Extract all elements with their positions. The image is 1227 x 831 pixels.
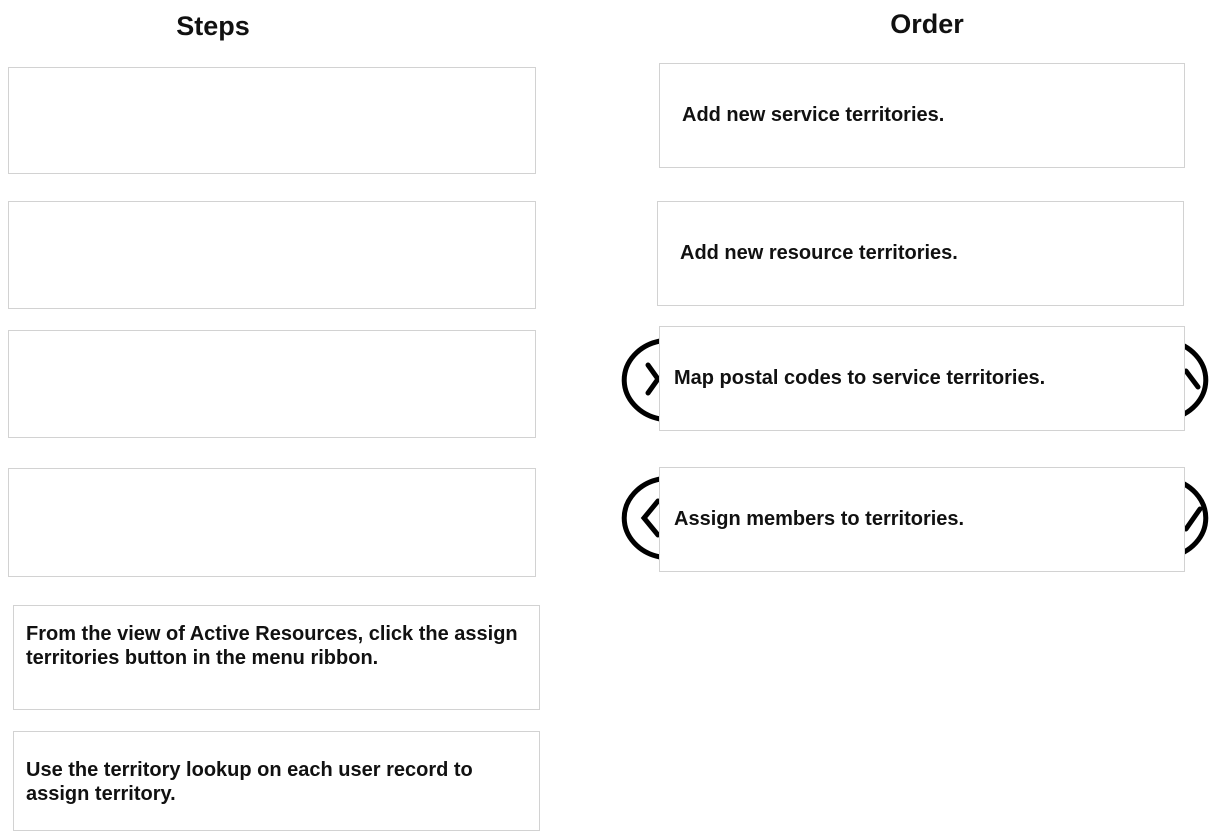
step-option-label: From the view of Active Resources, click… bbox=[26, 623, 518, 669]
step-slot-1[interactable] bbox=[8, 67, 536, 174]
order-item-label: Map postal codes to service territories. bbox=[674, 367, 1046, 389]
order-item-label: Add new resource territories. bbox=[680, 242, 958, 264]
step-option-assign-territories-button[interactable]: From the view of Active Resources, click… bbox=[13, 605, 540, 710]
order-item-1[interactable]: Add new service territories. bbox=[659, 63, 1185, 168]
step-option-label: Use the territory lookup on each user re… bbox=[26, 759, 473, 805]
order-item-3[interactable]: Map postal codes to service territories. bbox=[659, 326, 1185, 431]
step-slot-3[interactable] bbox=[8, 330, 536, 438]
order-item-4[interactable]: Assign members to territories. bbox=[659, 467, 1185, 572]
order-heading: Order bbox=[890, 9, 964, 39]
order-item-2[interactable]: Add new resource territories. bbox=[657, 201, 1184, 306]
order-item-label: Add new service territories. bbox=[682, 104, 945, 126]
chevron-left-icon bbox=[621, 338, 662, 422]
chevron-left-icon bbox=[621, 476, 661, 560]
step-slot-2[interactable] bbox=[8, 201, 536, 309]
step-option-territory-lookup[interactable]: Use the territory lookup on each user re… bbox=[13, 731, 540, 831]
order-item-label: Assign members to territories. bbox=[674, 508, 965, 530]
steps-heading: Steps bbox=[176, 11, 250, 41]
move-left-button[interactable] bbox=[606, 335, 662, 425]
move-left-button[interactable] bbox=[606, 473, 662, 563]
step-slot-4[interactable] bbox=[8, 468, 536, 577]
